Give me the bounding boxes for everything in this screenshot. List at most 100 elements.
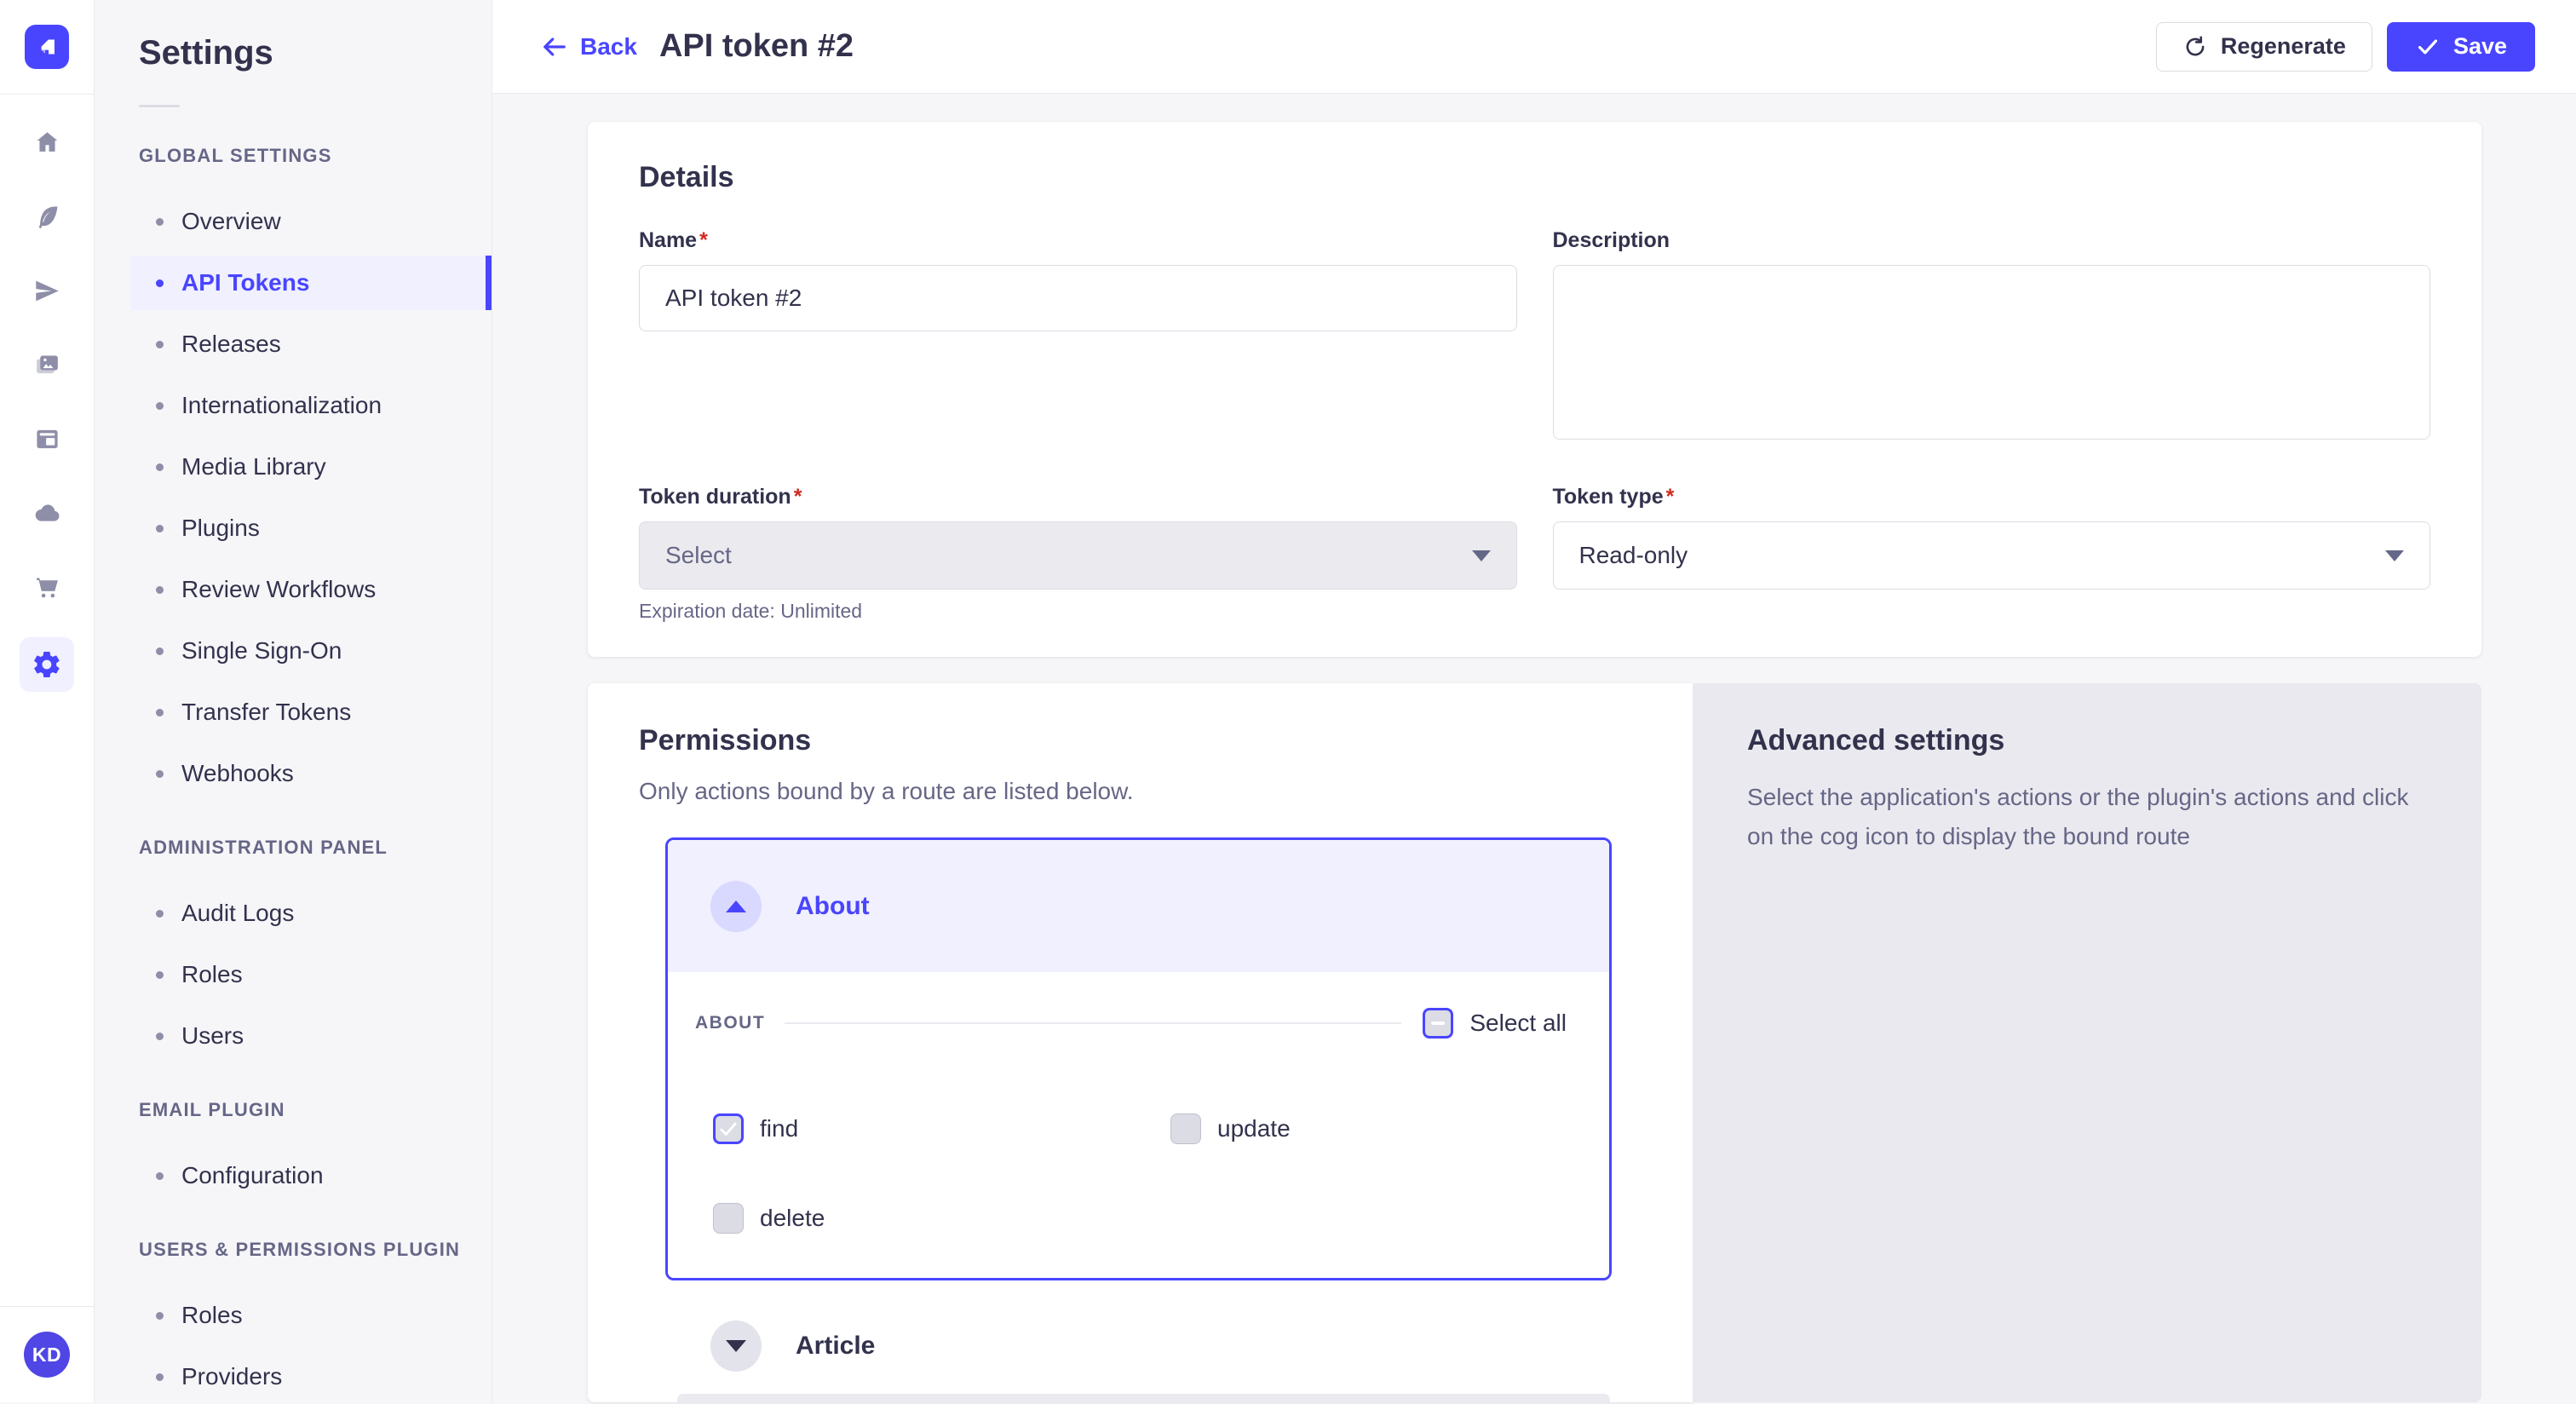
indeterminate-dash-icon [1431,1021,1445,1025]
save-button[interactable]: Save [2387,22,2535,72]
find-checkbox[interactable] [713,1113,744,1144]
permissions-heading: Permissions [639,724,1642,757]
bullet-icon [156,770,164,778]
article-accordion-title: Article [796,1332,875,1361]
bullet-icon [156,525,164,532]
bullet-icon [156,279,164,287]
required-asterisk: * [699,228,708,252]
back-arrow-icon [539,32,570,62]
strapi-admin: KD Settings GLOBAL SETTINGS Overview API… [0,0,2576,1402]
bullet-icon [156,218,164,226]
permissions-subtitle: Only actions bound by a route are listed… [639,778,1642,805]
delete-checkbox[interactable] [713,1203,744,1234]
collapse-toggle-button[interactable] [710,881,762,932]
sidebar-item-up-providers[interactable]: Providers [130,1349,492,1404]
header-actions: Regenerate Save [2156,22,2535,72]
back-link[interactable]: Back [539,32,637,62]
sidebar-item-single-sign-on[interactable]: Single Sign-On [130,624,492,678]
sidebar-item-overview[interactable]: Overview [130,194,492,249]
marketplace-icon[interactable] [28,568,66,606]
bullet-icon [156,647,164,655]
description-label: Description [1553,228,2431,253]
sidebar-item-internationalization[interactable]: Internationalization [130,378,492,433]
cloud-icon[interactable] [28,494,66,532]
rail-footer: KD [0,1306,94,1402]
permissions-card: Permissions Only actions bound by a rout… [588,683,1693,1402]
name-field-group: Name* [639,228,1517,444]
description-textarea[interactable] [1553,265,2431,440]
sidebar-item-releases[interactable]: Releases [130,317,492,371]
bullet-icon [156,910,164,918]
name-label: Name* [639,228,1517,253]
sidebar-item-media-library[interactable]: Media Library [130,440,492,494]
sidebar-item-plugins[interactable]: Plugins [130,501,492,555]
section-users-permissions-plugin: Roles Providers [95,1288,492,1404]
bullet-icon [156,586,164,594]
next-section-divider [677,1394,1610,1402]
advanced-settings-description: Select the application's actions or the … [1747,778,2437,856]
releases-icon[interactable] [28,272,66,309]
article-accordion-header[interactable]: Article [710,1321,1642,1372]
sidebar-item-webhooks[interactable]: Webhooks [130,746,492,801]
bullet-icon [156,1312,164,1320]
refresh-icon [2182,34,2208,60]
action-find: find [713,1113,1170,1144]
nav-rail: KD [0,0,95,1402]
update-checkbox[interactable] [1170,1113,1201,1144]
sidebar-item-admin-roles[interactable]: Roles [130,947,492,1002]
content-manager-icon[interactable] [28,198,66,235]
sidebar-item-transfer-tokens[interactable]: Transfer Tokens [130,685,492,739]
name-input[interactable] [639,265,1517,331]
home-icon[interactable] [28,124,66,161]
chevron-up-icon [726,901,746,912]
section-label-administration-panel: ADMINISTRATION PANEL [139,837,474,859]
section-administration-panel: Audit Logs Roles Users [95,886,492,1063]
expiration-hint: Expiration date: Unlimited [639,600,1517,623]
action-update: update [1170,1113,1567,1144]
sidebar-item-admin-users[interactable]: Users [130,1009,492,1063]
bullet-icon [156,709,164,716]
advanced-settings-heading: Advanced settings [1747,724,2430,757]
bullet-icon [156,971,164,979]
layout-icon[interactable] [28,420,66,457]
section-divider [785,1022,1401,1024]
sidebar-item-email-configuration[interactable]: Configuration [130,1148,492,1203]
bullet-icon [156,1033,164,1040]
check-icon [717,1118,739,1140]
logo-cell [0,0,94,95]
bullet-icon [156,1373,164,1381]
sidebar-item-api-tokens[interactable]: API Tokens [130,256,492,310]
rail-icon-list [0,95,94,692]
about-accordion-header[interactable]: About [668,840,1609,972]
settings-icon[interactable] [20,637,74,692]
description-field-group: Description [1553,228,2431,444]
user-avatar[interactable]: KD [24,1332,70,1378]
about-section-label: ABOUT [695,1013,765,1033]
token-duration-label: Token duration* [639,485,1517,509]
section-global-settings: Overview API Tokens Releases Internation… [95,194,492,801]
section-label-users-permissions-plugin: USERS & PERMISSIONS PLUGIN [139,1239,474,1261]
details-card: Details Name* Description Token duration… [588,122,2481,657]
expand-toggle-button[interactable] [710,1321,762,1372]
bullet-icon [156,1172,164,1180]
type-field-group: Token type* Read-only [1553,485,2431,623]
required-asterisk: * [1666,485,1675,509]
token-duration-select[interactable]: Select [639,521,1517,590]
sidebar-title: Settings [95,0,492,72]
sidebar-item-review-workflows[interactable]: Review Workflows [130,562,492,617]
strapi-logo-icon[interactable] [25,25,69,69]
details-heading: Details [639,161,2430,194]
sidebar-item-up-roles[interactable]: Roles [130,1288,492,1343]
select-all-checkbox[interactable] [1423,1008,1453,1039]
token-type-select[interactable]: Read-only [1553,521,2431,590]
check-icon [2415,34,2441,60]
media-library-icon[interactable] [28,346,66,383]
title-divider [139,105,180,107]
regenerate-button[interactable]: Regenerate [2156,22,2372,72]
sidebar-item-audit-logs[interactable]: Audit Logs [130,886,492,941]
duration-field-group: Token duration* Select Expiration date: … [639,485,1517,623]
action-delete: delete [713,1203,1170,1234]
actions-grid: find update delete [713,1113,1567,1234]
bullet-icon [156,341,164,348]
token-type-label: Token type* [1553,485,2431,509]
